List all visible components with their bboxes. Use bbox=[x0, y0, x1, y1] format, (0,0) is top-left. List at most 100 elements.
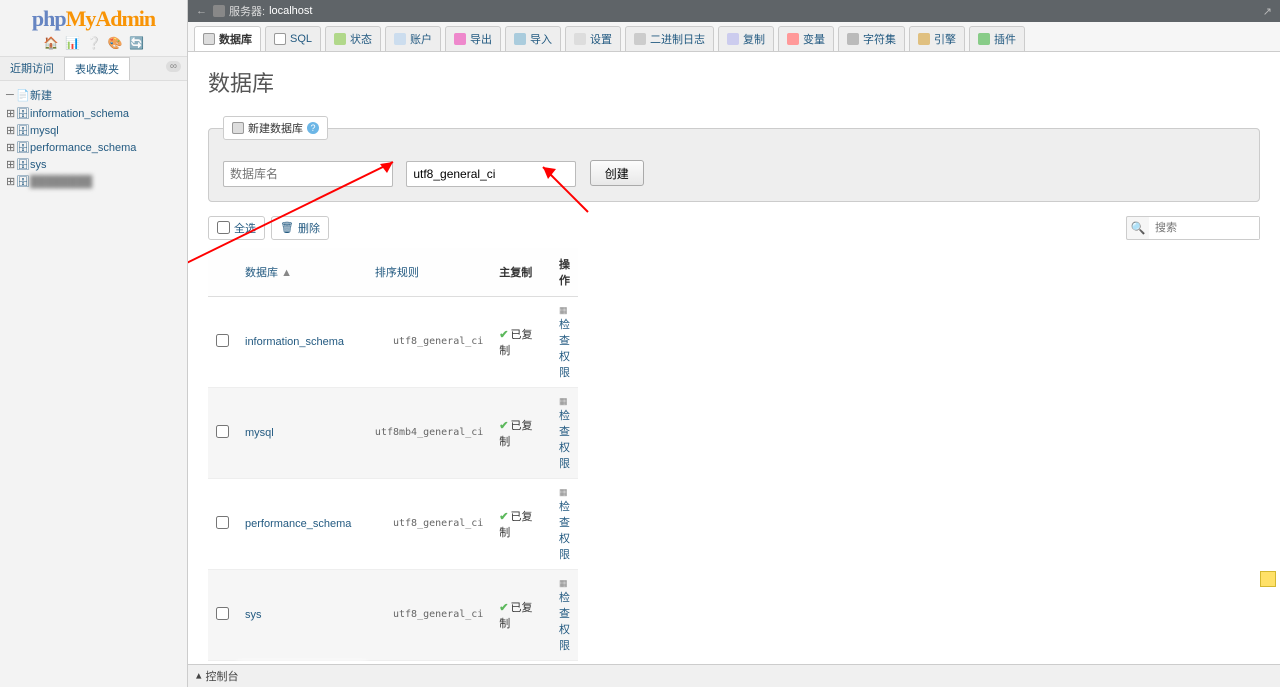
db-name-link[interactable]: performance_schema bbox=[245, 518, 351, 530]
tab-label: 账户 bbox=[410, 31, 432, 47]
tree-db-item[interactable]: ⊞🗄information_schema bbox=[0, 105, 187, 122]
breadcrumb: ← 服务器: localhost ↗ bbox=[188, 0, 1280, 22]
tab-插件[interactable]: 插件 bbox=[969, 26, 1025, 51]
create-button[interactable]: 创建 bbox=[590, 160, 644, 186]
reload-icon[interactable]: 🔄 bbox=[129, 36, 143, 50]
row-checkbox[interactable] bbox=[216, 516, 229, 529]
db-replication: ✔已复制 bbox=[491, 387, 551, 478]
theme-icon[interactable]: 🎨 bbox=[108, 36, 122, 50]
tab-设置[interactable]: 设置 bbox=[565, 26, 621, 51]
tree-db-item[interactable]: ⊞🗄performance_schema bbox=[0, 139, 187, 156]
expand-icon[interactable]: ⊞ bbox=[6, 175, 16, 188]
tab-引擎[interactable]: 引擎 bbox=[909, 26, 965, 51]
tab-状态[interactable]: 状态 bbox=[325, 26, 381, 51]
nav-tabs: 近期访问 表收藏夹 ∞ bbox=[0, 56, 187, 81]
nav-tab-favorites[interactable]: 表收藏夹 bbox=[64, 57, 130, 80]
tree-db-item[interactable]: ⊞🗄████████ bbox=[0, 173, 187, 190]
select-all-label: 全选 bbox=[234, 220, 256, 236]
tree-new-db[interactable]: ─ 📄 新建 bbox=[0, 85, 187, 105]
tab-导出[interactable]: 导出 bbox=[445, 26, 501, 51]
database-tree: ─ 📄 新建 ⊞🗄information_schema ⊞🗄mysql ⊞🗄pe… bbox=[0, 81, 187, 194]
col-replication: 主复制 bbox=[491, 248, 551, 297]
db-collation: utf8_general_ci bbox=[367, 478, 491, 569]
expand-icon[interactable]: ⊞ bbox=[6, 141, 16, 154]
select-all-checkbox[interactable] bbox=[217, 221, 230, 234]
col-database[interactable]: 数据库 ▲ bbox=[237, 248, 367, 297]
delete-button[interactable]: 🗑 删除 bbox=[271, 216, 329, 240]
select-all-button[interactable]: 全选 bbox=[208, 216, 265, 240]
nav-link-icon[interactable]: ∞ bbox=[166, 61, 181, 72]
row-checkbox[interactable] bbox=[216, 607, 229, 620]
tab-账户[interactable]: 账户 bbox=[385, 26, 441, 51]
expand-icon[interactable]: ⊞ bbox=[6, 158, 16, 171]
tab-字符集[interactable]: 字符集 bbox=[838, 26, 905, 51]
tree-db-label: sys bbox=[30, 159, 47, 171]
tree-db-label: ████████ bbox=[30, 176, 92, 188]
tab-label: 导入 bbox=[530, 31, 552, 47]
tab-label: 变量 bbox=[803, 31, 825, 47]
tree-db-item[interactable]: ⊞🗄sys bbox=[0, 156, 187, 173]
help-icon[interactable]: ? bbox=[307, 122, 319, 134]
search-input[interactable] bbox=[1149, 217, 1259, 239]
ic-export-icon bbox=[454, 33, 466, 45]
console-toggle-icon[interactable]: ▾ bbox=[196, 670, 202, 683]
tab-变量[interactable]: 变量 bbox=[778, 26, 834, 51]
new-db-icon bbox=[232, 122, 244, 134]
collapse-nav-icon[interactable]: ← bbox=[196, 5, 207, 17]
tab-导入[interactable]: 导入 bbox=[505, 26, 561, 51]
tab-SQL[interactable]: SQL bbox=[265, 26, 321, 51]
db-collation: utf8_general_ci bbox=[367, 296, 491, 387]
nav-tab-recent[interactable]: 近期访问 bbox=[0, 57, 64, 80]
tab-数据库[interactable]: 数据库 bbox=[194, 26, 261, 51]
tab-二进制日志[interactable]: 二进制日志 bbox=[625, 26, 714, 51]
tab-label: 引擎 bbox=[934, 31, 956, 47]
ic-plugin-icon bbox=[978, 33, 990, 45]
tab-label: 导出 bbox=[470, 31, 492, 47]
tab-复制[interactable]: 复制 bbox=[718, 26, 774, 51]
home-icon[interactable]: 🏠 bbox=[44, 36, 58, 50]
expand-icon: ─ bbox=[6, 89, 16, 101]
table-row: sysutf8_general_ci✔已复制▦检查权限 bbox=[208, 569, 578, 660]
col-collation[interactable]: 排序规则 bbox=[367, 248, 491, 297]
db-icon: 🗄 bbox=[16, 141, 30, 154]
expand-icon[interactable]: ⊞ bbox=[6, 107, 16, 120]
db-name-link[interactable]: sys bbox=[245, 609, 262, 621]
check-privileges-link[interactable]: ▦检查权限 bbox=[559, 304, 570, 379]
row-checkbox[interactable] bbox=[216, 334, 229, 347]
crumb-close-icon[interactable]: ↗ bbox=[1263, 5, 1272, 18]
logo[interactable]: phpMyAdmin bbox=[0, 0, 187, 34]
db-icon: 🗄 bbox=[16, 158, 30, 171]
search-box: 🔍 bbox=[1126, 216, 1260, 240]
db-replication: ✔已复制 bbox=[491, 296, 551, 387]
tree-db-item[interactable]: ⊞🗄mysql bbox=[0, 122, 187, 139]
ic-sql-icon bbox=[274, 33, 286, 45]
database-name-input[interactable] bbox=[223, 161, 393, 187]
ic-db-icon bbox=[203, 33, 215, 45]
tab-label: 插件 bbox=[994, 31, 1016, 47]
bookmark-icon[interactable] bbox=[1260, 571, 1276, 587]
row-checkbox[interactable] bbox=[216, 425, 229, 438]
create-legend-text: 新建数据库 bbox=[248, 120, 303, 136]
console-bar[interactable]: ▾ 控制台 bbox=[188, 664, 1280, 687]
docs-icon[interactable]: ❔ bbox=[87, 36, 101, 50]
expand-icon[interactable]: ⊞ bbox=[6, 124, 16, 137]
tab-label: SQL bbox=[290, 33, 312, 45]
check-privileges-link[interactable]: ▦检查权限 bbox=[559, 486, 570, 561]
search-icon[interactable]: 🔍 bbox=[1127, 217, 1149, 239]
priv-icon: ▦ bbox=[559, 396, 568, 406]
db-name-link[interactable]: information_schema bbox=[245, 336, 344, 348]
check-privileges-link[interactable]: ▦检查权限 bbox=[559, 577, 570, 652]
server-host[interactable]: localhost bbox=[269, 5, 312, 17]
ic-import-icon bbox=[514, 33, 526, 45]
db-name-link[interactable]: mysql bbox=[245, 427, 274, 439]
tab-label: 二进制日志 bbox=[650, 31, 705, 47]
check-privileges-link[interactable]: ▦检查权限 bbox=[559, 395, 570, 470]
delete-label: 删除 bbox=[298, 220, 320, 236]
logo-part2: MyAdmin bbox=[66, 6, 156, 31]
collation-select[interactable] bbox=[406, 161, 576, 187]
logout-icon[interactable]: 📊 bbox=[65, 36, 79, 50]
ic-status-icon bbox=[334, 33, 346, 45]
ic-settings-icon bbox=[574, 33, 586, 45]
console-label: 控制台 bbox=[206, 668, 239, 684]
ic-bin-icon bbox=[634, 33, 646, 45]
